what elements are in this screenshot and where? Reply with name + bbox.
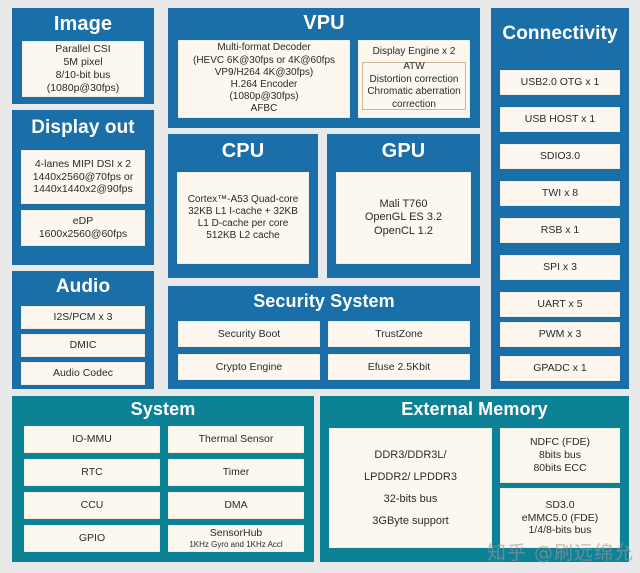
vpu-decoder-line-1: Multi-format Decoder bbox=[217, 42, 311, 54]
audio-item-audio-codec: Audio Codec bbox=[21, 362, 145, 385]
block-display-out-title: Display out bbox=[31, 117, 135, 138]
block-image-title: Image bbox=[53, 13, 113, 35]
system-item-dma: DMA bbox=[168, 492, 304, 519]
system-item-sensorhub-label: SensorHub bbox=[209, 527, 263, 540]
connectivity-item-usb-otg: USB2.0 OTG x 1 bbox=[500, 70, 620, 95]
security-item-security-boot: Security Boot bbox=[178, 321, 320, 347]
image-spec-line-1: Parallel CSI bbox=[55, 43, 111, 56]
block-audio-title: Audio bbox=[55, 276, 111, 297]
vpu-atw-line-1: ATW bbox=[403, 61, 425, 73]
vpu-decoder-line-5: (1080p@30fps) bbox=[229, 91, 299, 103]
security-item-trustzone: TrustZone bbox=[328, 321, 470, 347]
gpu-spec-line-1: Mali T760 bbox=[379, 197, 428, 210]
block-image: Image Parallel CSI 5M pixel 8/10-bit bus… bbox=[12, 8, 154, 104]
block-display-out: Display out 4-lanes MIPI DSI x 2 1440x25… bbox=[12, 110, 154, 265]
cpu-spec-line-1: Cortex™-A53 Quad-core bbox=[187, 193, 299, 205]
cpu-spec-line-4: 512KB L2 cache bbox=[206, 230, 280, 242]
block-vpu-title: VPU bbox=[303, 12, 345, 34]
mipi-dsi-line-3: 1440x1440x2@90fps bbox=[33, 183, 133, 196]
mipi-dsi-cell: 4-lanes MIPI DSI x 2 1440x2560@70fps or … bbox=[21, 150, 145, 204]
connectivity-item-uart: UART x 5 bbox=[500, 292, 620, 317]
edp-cell: eDP 1600x2560@60fps bbox=[21, 210, 145, 246]
block-gpu: GPU Mali T760 OpenGL ES 3.2 OpenCL 1.2 bbox=[327, 134, 480, 278]
connectivity-item-spi: SPI x 3 bbox=[500, 255, 620, 280]
connectivity-item-pwm: PWM x 3 bbox=[500, 322, 620, 347]
sd-line-2: eMMC5.0 (FDE) bbox=[521, 511, 599, 524]
vpu-decoder-line-4: H.264 Encoder bbox=[230, 79, 298, 90]
ndfc-line-2: 8bits bus bbox=[538, 449, 582, 462]
image-spec-line-4: (1080p@30fps) bbox=[46, 81, 120, 94]
connectivity-item-gpadc: GPADC x 1 bbox=[500, 356, 620, 381]
image-spec-line-3: 8/10-bit bus bbox=[55, 69, 111, 81]
gpu-spec-line-2: OpenGL ES 3.2 bbox=[364, 211, 443, 224]
cpu-spec-line-2: 32KB L1 I-cache + 32KB bbox=[188, 205, 298, 217]
block-system-title: System bbox=[130, 399, 196, 419]
ddr-line-2: LPDDR2/ LPDDR3 bbox=[364, 471, 457, 483]
system-item-timer: Timer bbox=[168, 459, 304, 486]
block-system: System IO-MMU Thermal Sensor RTC Timer C… bbox=[12, 396, 314, 562]
block-external-memory: External Memory DDR3/DDR3L/ LPDDR2/ LPDD… bbox=[320, 396, 629, 562]
security-item-crypto-engine: Crypto Engine bbox=[178, 354, 320, 380]
image-spec-line-2: 5M pixel bbox=[63, 56, 103, 69]
vpu-decoder-line-6: AFBC bbox=[250, 103, 278, 115]
vpu-decoder-line-3: VP9/H264 4K@30fps) bbox=[214, 66, 314, 78]
system-item-gpio: GPIO bbox=[24, 525, 160, 552]
block-security-system-title: Security System bbox=[253, 291, 395, 311]
block-external-memory-title: External Memory bbox=[401, 399, 548, 419]
system-item-sensorhub-sub: 1KHz Gyro and 1KHz Accl bbox=[189, 540, 283, 550]
edp-line-1: eDP bbox=[72, 215, 94, 228]
mipi-dsi-line-1: 4-lanes MIPI DSI x 2 bbox=[34, 157, 132, 170]
audio-item-i2s-pcm: I2S/PCM x 3 bbox=[21, 306, 145, 329]
vpu-display-engine-cell: Display Engine x 2 ATW Distortion correc… bbox=[358, 40, 470, 118]
system-item-io-mmu: IO-MMU bbox=[24, 426, 160, 453]
vpu-atw-subbox: ATW Distortion correction Chromatic aber… bbox=[362, 61, 466, 111]
cpu-spec-line-3: L1 D-cache per core bbox=[197, 218, 289, 229]
vpu-atw-line-2: Distortion correction bbox=[369, 73, 459, 85]
sd-line-3: 1/4/8-bits bus bbox=[528, 524, 592, 537]
block-security-system: Security System Security Boot TrustZone … bbox=[168, 286, 480, 389]
block-vpu: VPU Multi-format Decoder (HEVC 6K@30fps … bbox=[168, 8, 480, 128]
vpu-decoder-cell: Multi-format Decoder (HEVC 6K@30fps or 4… bbox=[178, 40, 350, 118]
vpu-atw-line-4: correction bbox=[392, 98, 436, 110]
block-cpu: CPU Cortex™-A53 Quad-core 32KB L1 I-cach… bbox=[168, 134, 318, 278]
external-memory-ndfc-cell: NDFC (FDE) 8bits bus 80bits ECC bbox=[500, 428, 620, 483]
system-item-sensorhub: SensorHub 1KHz Gyro and 1KHz Accl bbox=[168, 525, 304, 552]
ddr-line-1: DDR3/DDR3L/ bbox=[374, 449, 447, 461]
security-item-efuse: Efuse 2.5Kbit bbox=[328, 354, 470, 380]
system-item-thermal-sensor: Thermal Sensor bbox=[168, 426, 304, 453]
ddr-line-4: 3GByte support bbox=[372, 515, 449, 527]
cpu-spec-cell: Cortex™-A53 Quad-core 32KB L1 I-cache + … bbox=[177, 172, 309, 264]
block-connectivity-title: Connectivity bbox=[502, 23, 618, 44]
sd-line-1: SD3.0 bbox=[545, 498, 575, 511]
block-connectivity: Connectivity USB2.0 OTG x 1 USB HOST x 1… bbox=[491, 8, 629, 389]
gpu-spec-cell: Mali T760 OpenGL ES 3.2 OpenCL 1.2 bbox=[336, 172, 471, 264]
connectivity-item-usb-host: USB HOST x 1 bbox=[500, 107, 620, 132]
external-memory-sd-cell: SD3.0 eMMC5.0 (FDE) 1/4/8-bits bus bbox=[500, 488, 620, 548]
block-gpu-title: GPU bbox=[381, 140, 426, 162]
soc-block-diagram: Image Parallel CSI 5M pixel 8/10-bit bus… bbox=[0, 0, 640, 573]
connectivity-item-rsb: RSB x 1 bbox=[500, 218, 620, 243]
block-audio: Audio I2S/PCM x 3 DMIC Audio Codec bbox=[12, 271, 154, 389]
ndfc-line-1: NDFC (FDE) bbox=[529, 436, 591, 449]
connectivity-item-sdio: SDIO3.0 bbox=[500, 144, 620, 169]
block-cpu-title: CPU bbox=[221, 140, 265, 162]
connectivity-item-twi: TWI x 8 bbox=[500, 181, 620, 206]
vpu-display-engine-label: Display Engine x 2 bbox=[372, 46, 456, 57]
gpu-spec-line-3: OpenCL 1.2 bbox=[374, 224, 433, 237]
image-spec-cell: Parallel CSI 5M pixel 8/10-bit bus (1080… bbox=[22, 41, 144, 97]
system-item-rtc: RTC bbox=[24, 459, 160, 486]
edp-line-2: 1600x2560@60fps bbox=[38, 228, 128, 240]
ddr-line-3: 32-bits bus bbox=[383, 493, 438, 505]
external-memory-ddr-cell: DDR3/DDR3L/ LPDDR2/ LPDDR3 32-bits bus 3… bbox=[329, 428, 492, 548]
audio-item-dmic: DMIC bbox=[21, 334, 145, 357]
system-item-ccu: CCU bbox=[24, 492, 160, 519]
mipi-dsi-line-2: 1440x2560@70fps or bbox=[32, 170, 134, 183]
ndfc-line-3: 80bits ECC bbox=[533, 461, 587, 474]
vpu-atw-line-3: Chromatic aberration bbox=[367, 86, 461, 98]
vpu-decoder-line-2: (HEVC 6K@30fps or 4K@60fps bbox=[192, 54, 336, 66]
